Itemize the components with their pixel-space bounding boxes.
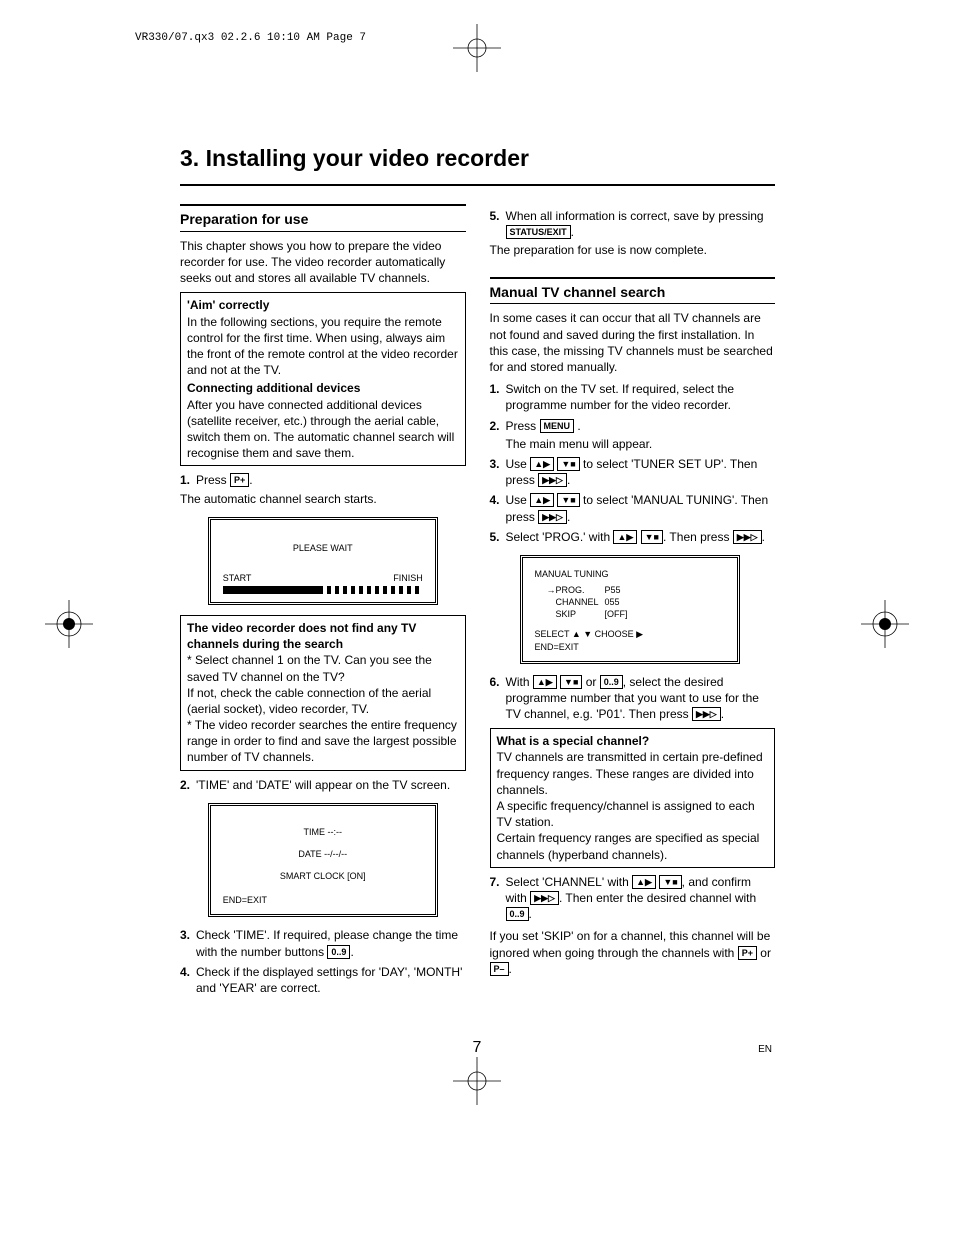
crop-mark-bottom bbox=[453, 1057, 501, 1105]
fwd-button-icon: ▶▶▷ bbox=[530, 891, 559, 905]
rstep2-after: The main menu will appear. bbox=[506, 436, 776, 452]
step-1: 1. Press P+. bbox=[180, 472, 466, 488]
status-exit-button-icon: STATUS/EXIT bbox=[506, 225, 571, 239]
osd-manual-tuning: MANUAL TUNING →PROG.P55 CHANNEL055 SKIP[… bbox=[520, 555, 740, 664]
aim-text: In the following sections, you require t… bbox=[187, 314, 459, 379]
right-column: 5. When all information is correct, save… bbox=[490, 204, 776, 998]
connect-text: After you have connected additional devi… bbox=[187, 397, 459, 462]
fwd-button-icon: ▶▶▷ bbox=[538, 473, 567, 487]
pplus-button-icon: P+ bbox=[230, 473, 249, 487]
connect-heading: Connecting additional devices bbox=[187, 380, 459, 396]
up-button-icon: ▲▶ bbox=[530, 457, 554, 471]
up-button-icon: ▲▶ bbox=[530, 493, 554, 507]
print-header: VR330/07.qx3 02.2.6 10:10 AM Page 7 bbox=[135, 32, 366, 44]
language-code: EN bbox=[758, 1044, 772, 1055]
number-keys-icon: 0..9 bbox=[327, 945, 350, 959]
up-button-icon: ▲▶ bbox=[613, 530, 637, 544]
aim-heading: 'Aim' correctly bbox=[187, 297, 459, 313]
tuning-table: →PROG.P55 CHANNEL055 SKIP[OFF] bbox=[547, 584, 634, 620]
aim-box: 'Aim' correctly In the following section… bbox=[180, 292, 466, 466]
down-button-icon: ▼■ bbox=[557, 457, 579, 471]
step5-after: The preparation for use is now complete. bbox=[490, 242, 776, 258]
special-channel-heading: What is a special channel? bbox=[497, 733, 769, 749]
skip-note: If you set 'SKIP' on for a channel, this… bbox=[490, 928, 776, 977]
no-channels-box: The video recorder does not find any TV … bbox=[180, 615, 466, 771]
chapter-title: 3. Installing your video recorder bbox=[180, 145, 775, 186]
left-column: Preparation for use This chapter shows y… bbox=[180, 204, 466, 998]
step1-after: The automatic channel search starts. bbox=[180, 491, 466, 507]
osd-time-date: TIME --:-- DATE --/--/-- SMART CLOCK [ON… bbox=[208, 803, 438, 918]
rstep-6: 6. With ▲▶ ▼■ or 0..9, select the desire… bbox=[490, 674, 776, 723]
fwd-button-icon: ▶▶▷ bbox=[733, 530, 762, 544]
up-button-icon: ▲▶ bbox=[632, 875, 656, 889]
manual-intro: In some cases it can occur that all TV c… bbox=[490, 310, 776, 375]
down-button-icon: ▼■ bbox=[659, 875, 681, 889]
section-preparation: Preparation for use bbox=[180, 204, 466, 232]
pminus-button-icon: P– bbox=[490, 962, 509, 976]
page-number: 7 bbox=[0, 1039, 954, 1057]
number-keys-icon: 0..9 bbox=[600, 675, 623, 689]
osd-please-wait: PLEASE WAIT START FINISH bbox=[208, 517, 438, 605]
rstep-5: 5. Select 'PROG.' with ▲▶ ▼■. Then press… bbox=[490, 529, 776, 545]
crop-mark-left bbox=[45, 600, 93, 648]
down-button-icon: ▼■ bbox=[560, 675, 582, 689]
fwd-button-icon: ▶▶▷ bbox=[538, 510, 567, 524]
up-button-icon: ▲▶ bbox=[533, 675, 557, 689]
rstep-2: 2. Press MENU . bbox=[490, 418, 776, 434]
number-keys-icon: 0..9 bbox=[506, 907, 529, 921]
rstep-1: 1. Switch on the TV set. If required, se… bbox=[490, 381, 776, 413]
step-3: 3. Check 'TIME'. If required, please cha… bbox=[180, 927, 466, 959]
rstep-3: 3. Use ▲▶ ▼■ to select 'TUNER SET UP'. T… bbox=[490, 456, 776, 488]
rstep-4: 4. Use ▲▶ ▼■ to select 'MANUAL TUNING'. … bbox=[490, 492, 776, 524]
section-manual-search: Manual TV channel search bbox=[490, 277, 776, 305]
step-4: 4. Check if the displayed settings for '… bbox=[180, 964, 466, 996]
content-area: 3. Installing your video recorder Prepar… bbox=[180, 145, 775, 998]
fwd-button-icon: ▶▶▷ bbox=[692, 707, 721, 721]
no-channels-heading: The video recorder does not find any TV … bbox=[187, 620, 459, 652]
crop-mark-right bbox=[861, 600, 909, 648]
step-2: 2. 'TIME' and 'DATE' will appear on the … bbox=[180, 777, 466, 793]
crop-mark-top bbox=[453, 24, 501, 72]
page: VR330/07.qx3 02.2.6 10:10 AM Page 7 3. I… bbox=[0, 0, 954, 1235]
pplus-button-icon: P+ bbox=[738, 946, 757, 960]
progress-bar bbox=[223, 586, 423, 594]
down-button-icon: ▼■ bbox=[557, 493, 579, 507]
special-channel-box: What is a special channel? TV channels a… bbox=[490, 728, 776, 868]
rstep-7: 7. Select 'CHANNEL' with ▲▶ ▼■, and conf… bbox=[490, 874, 776, 923]
menu-button-icon: MENU bbox=[540, 419, 575, 433]
step-5: 5. When all information is correct, save… bbox=[490, 208, 776, 240]
prep-intro: This chapter shows you how to prepare th… bbox=[180, 238, 466, 287]
down-button-icon: ▼■ bbox=[641, 530, 663, 544]
